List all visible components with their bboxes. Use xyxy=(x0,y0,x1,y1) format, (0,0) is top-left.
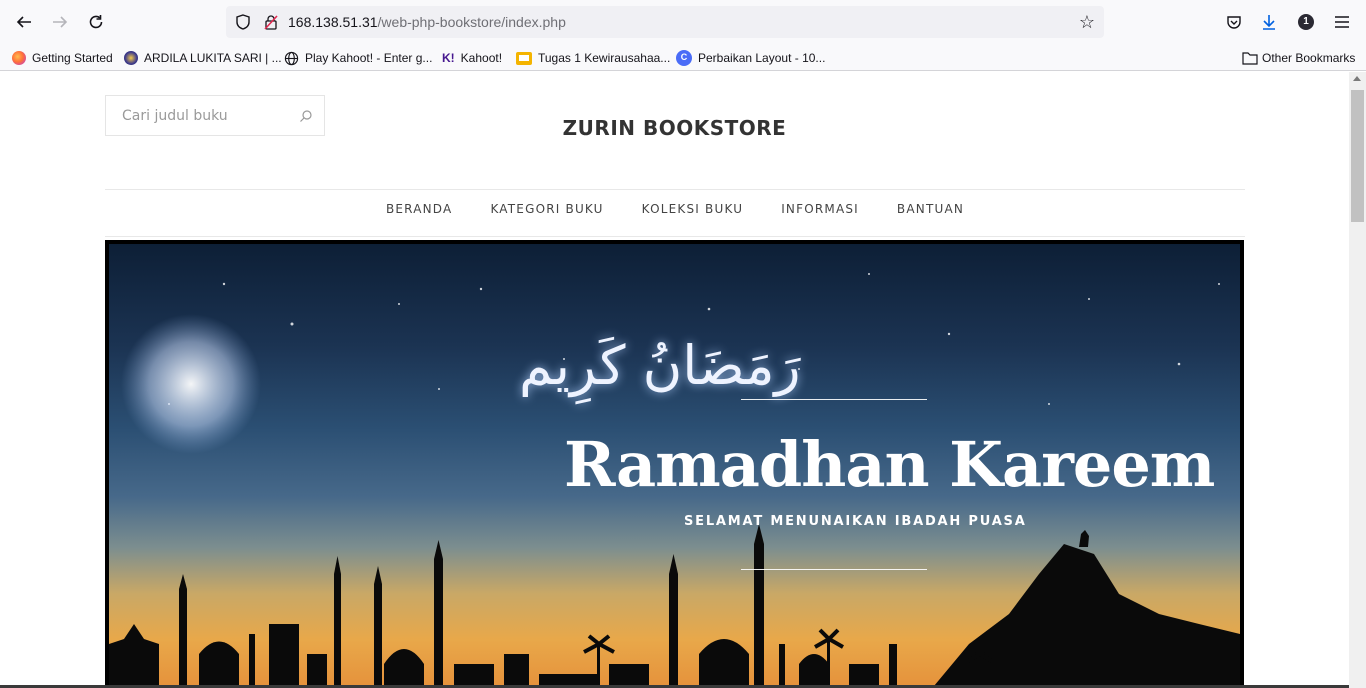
nav-kategori-buku[interactable]: KATEGORI BUKU xyxy=(490,202,603,224)
bookmark-star-icon[interactable]: ☆ xyxy=(1076,11,1098,33)
shield-icon[interactable] xyxy=(234,13,252,31)
bookmark-item[interactable]: Tugas 1 Kewirausahaa... xyxy=(516,48,670,68)
account-badge[interactable]: 1 xyxy=(1295,11,1317,33)
hero-title: Ramadhan Kareem xyxy=(564,428,1215,501)
reload-button[interactable] xyxy=(82,8,110,36)
bookmarks-bar: Getting Started ARDILA LUKITA SARI | ...… xyxy=(0,44,1366,71)
bookmark-label: Perbaikan Layout - 10... xyxy=(698,51,826,65)
hero-subtitle: SELAMAT MENUNAIKAN IBADAH PUASA xyxy=(684,514,1027,529)
reload-icon xyxy=(89,15,103,29)
back-button[interactable] xyxy=(10,8,38,36)
menu-hamburger-icon[interactable] xyxy=(1331,11,1353,33)
nav-bantuan[interactable]: BANTUAN xyxy=(897,202,964,224)
main-nav: BERANDA KATEGORI BUKU KOLEKSI BUKU INFOR… xyxy=(105,202,1245,224)
other-bookmarks-label: Other Bookmarks xyxy=(1262,51,1356,65)
url-path: /web-php-bookstore/index.php xyxy=(377,14,566,30)
bookmark-item[interactable]: C Perbaikan Layout - 10... xyxy=(676,48,825,68)
bookmark-item[interactable]: Getting Started xyxy=(12,48,113,68)
bookmark-item[interactable]: K! Kahoot! xyxy=(442,48,502,68)
browser-toolbar: 168.138.51.31/web-php-bookstore/index.ph… xyxy=(0,0,1366,44)
web-page: ZURIN BOOKSTORE BERANDA KATEGORI BUKU KO… xyxy=(0,72,1349,688)
arabic-calligraphy: رَمَضَانُ كَرِيم xyxy=(519,334,801,397)
download-icon[interactable] xyxy=(1258,11,1280,33)
hero-background: رَمَضَانُ كَرِيم Ramadhan Kareem SELAMAT… xyxy=(109,244,1240,688)
hero-banner: رَمَضَانُ كَرِيم Ramadhan Kareem SELAMAT… xyxy=(105,240,1244,688)
browser-window: 168.138.51.31/web-php-bookstore/index.ph… xyxy=(0,0,1366,688)
header-divider xyxy=(105,189,1245,190)
folder-icon xyxy=(1242,52,1258,65)
bookmark-item[interactable]: ARDILA LUKITA SARI | ... xyxy=(124,48,282,68)
site-title[interactable]: ZURIN BOOKSTORE xyxy=(0,116,1349,140)
other-bookmarks[interactable]: Other Bookmarks xyxy=(1242,48,1355,68)
firefox-icon xyxy=(12,51,26,65)
globe-icon xyxy=(284,51,299,65)
back-arrow-icon xyxy=(16,16,31,28)
c-icon: C xyxy=(676,50,692,66)
notification-count: 1 xyxy=(1298,14,1314,30)
nav-divider xyxy=(105,236,1245,237)
bookmark-label: ARDILA LUKITA SARI | ... xyxy=(144,51,282,65)
scroll-up-icon[interactable] xyxy=(1353,76,1361,81)
pocket-icon[interactable] xyxy=(1223,11,1245,33)
bookmark-label: Kahoot! xyxy=(460,51,503,65)
nav-beranda[interactable]: BERANDA xyxy=(386,202,453,224)
bookmark-label: Getting Started xyxy=(32,51,113,65)
hero-top-rule xyxy=(741,399,927,400)
bookmark-label: Play Kahoot! - Enter g... xyxy=(305,51,433,65)
forward-arrow-icon xyxy=(53,16,68,28)
seal-icon xyxy=(124,51,138,65)
kahoot-icon: K! xyxy=(442,51,455,65)
url-text[interactable]: 168.138.51.31/web-php-bookstore/index.ph… xyxy=(288,14,566,30)
slides-icon xyxy=(516,51,532,65)
forward-button[interactable] xyxy=(46,8,74,36)
nav-informasi[interactable]: INFORMASI xyxy=(781,202,859,224)
scroll-thumb[interactable] xyxy=(1351,90,1364,222)
nav-koleksi-buku[interactable]: KOLEKSI BUKU xyxy=(642,202,744,224)
url-host: 168.138.51.31 xyxy=(288,14,378,30)
bookmark-label: Tugas 1 Kewirausahaa... xyxy=(538,51,671,65)
address-bar[interactable]: 168.138.51.31/web-php-bookstore/index.ph… xyxy=(226,6,1104,38)
hero-bottom-rule xyxy=(741,569,927,570)
insecure-lock-icon[interactable] xyxy=(262,13,280,31)
bookmark-item[interactable]: Play Kahoot! - Enter g... xyxy=(284,48,432,68)
vertical-scrollbar[interactable] xyxy=(1349,72,1366,688)
